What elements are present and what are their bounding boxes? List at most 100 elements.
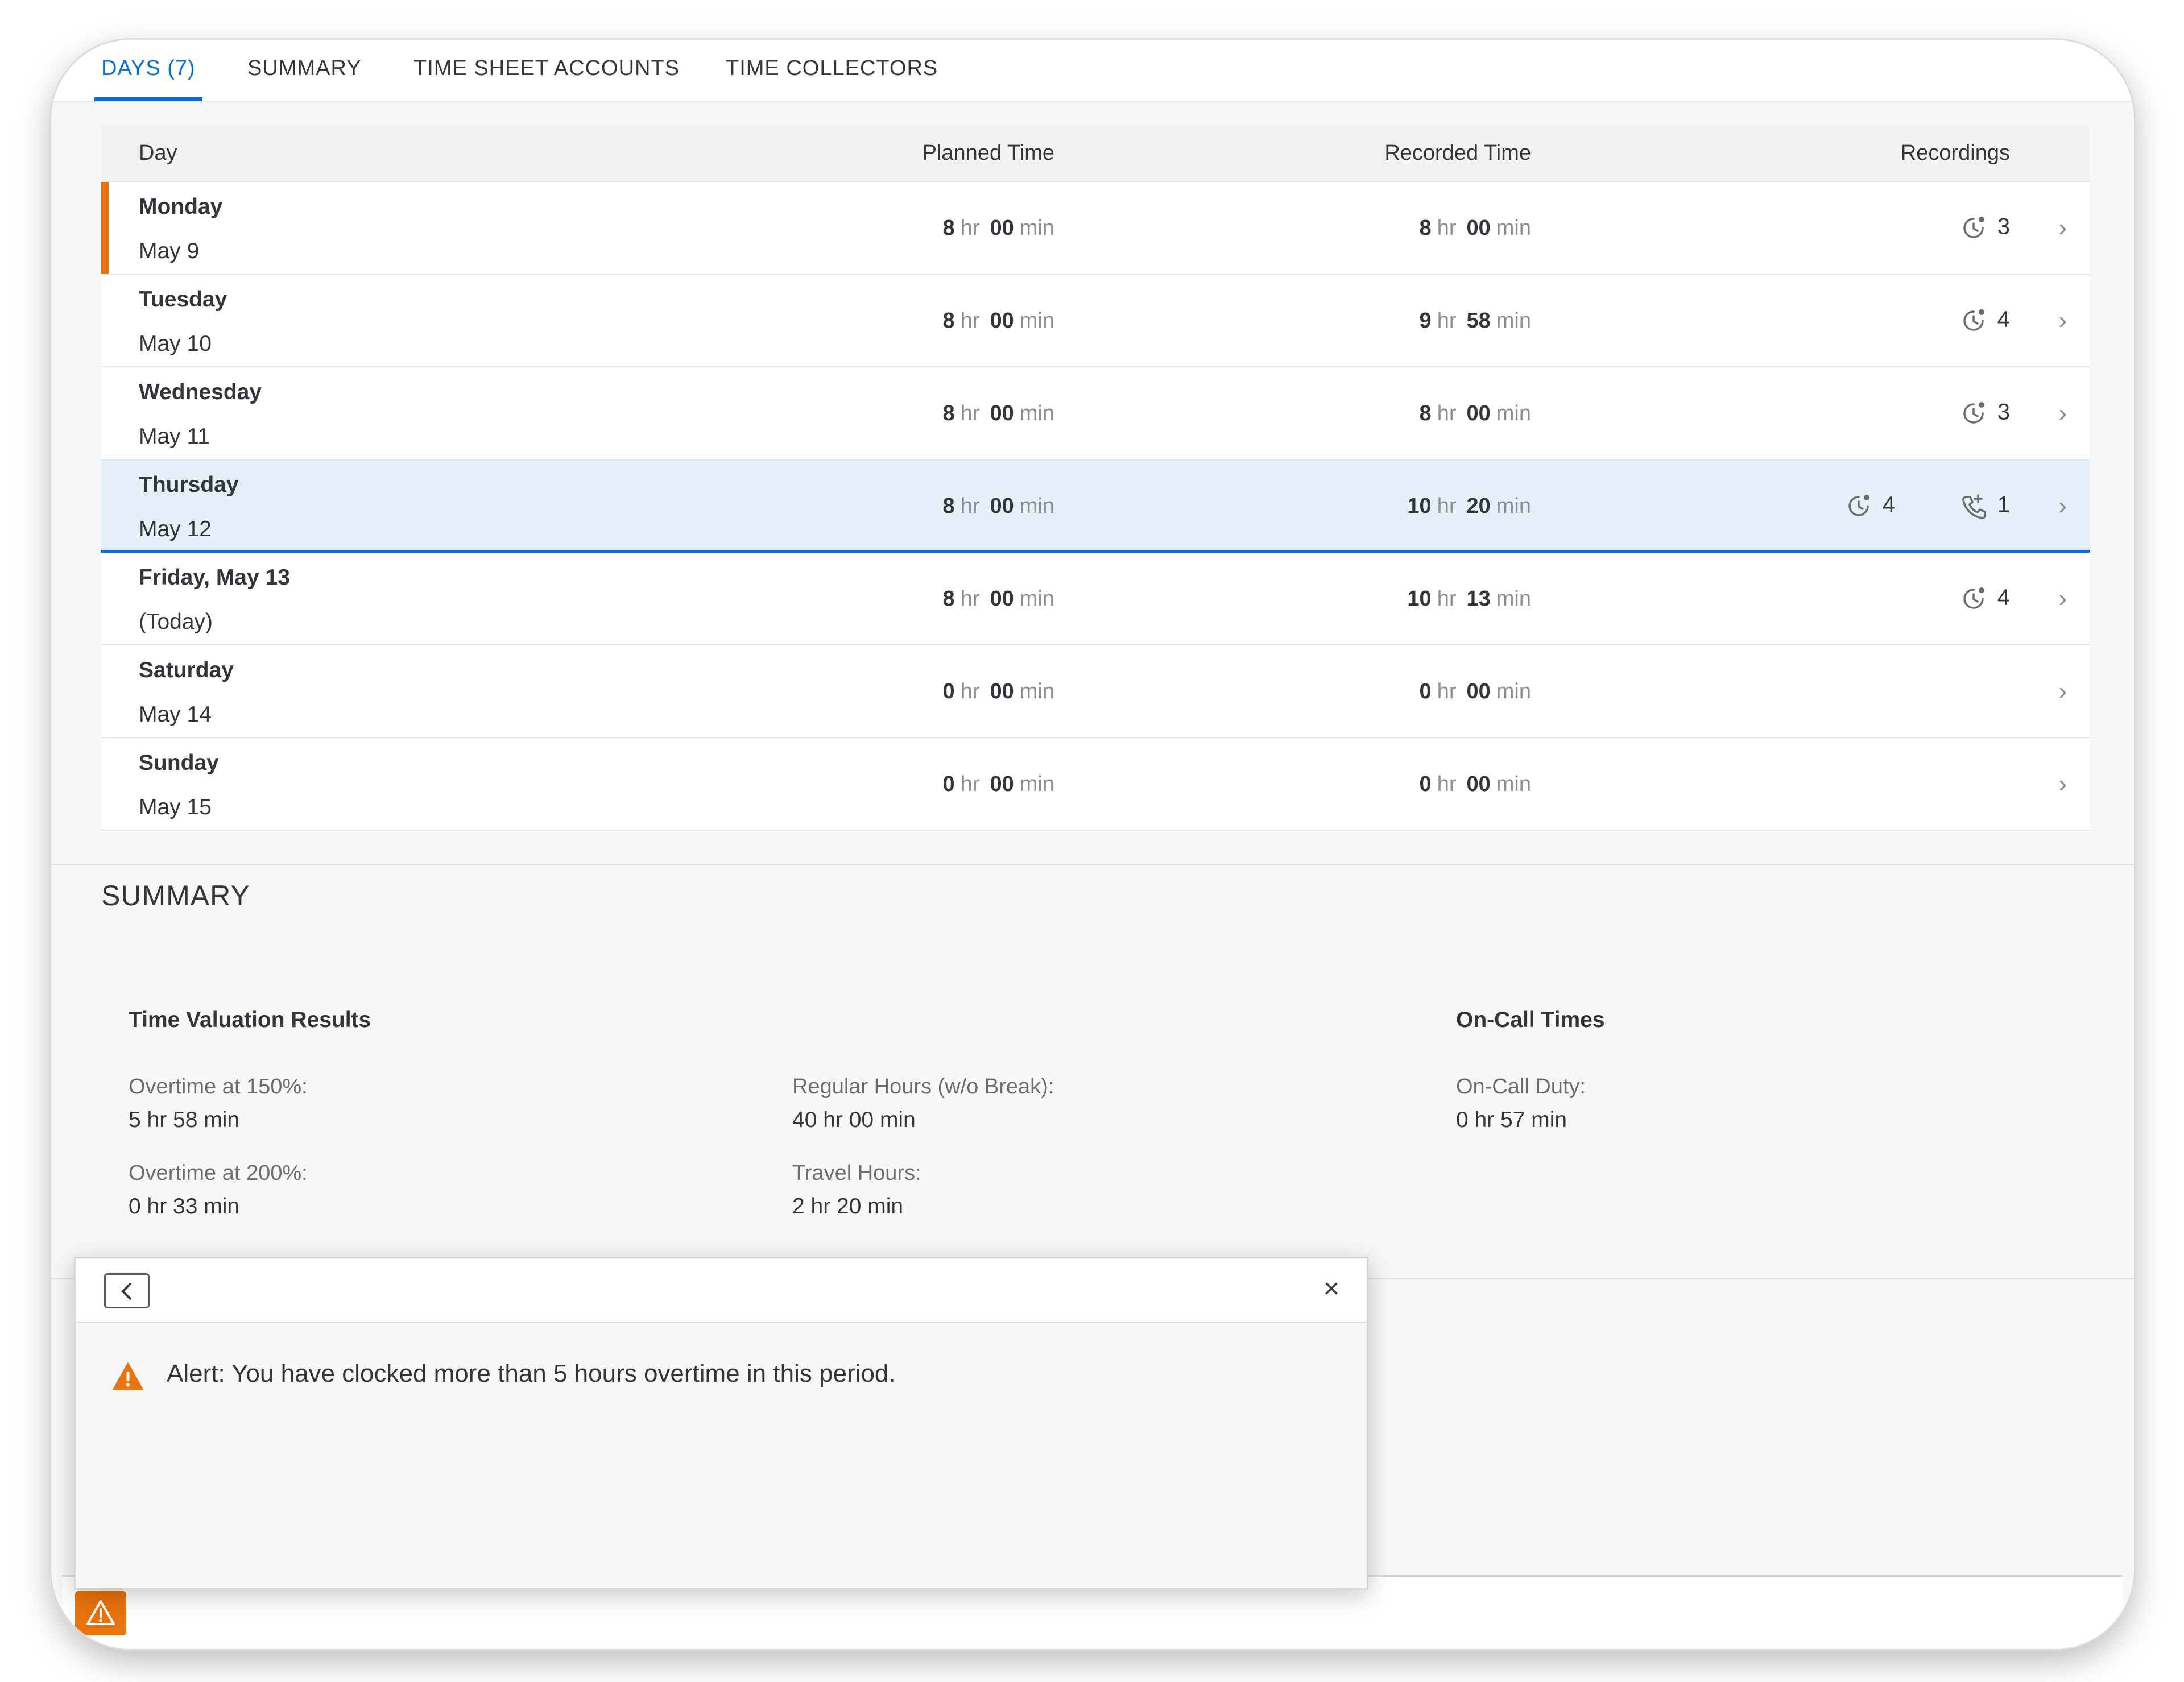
day-name: Tuesday [139, 287, 228, 312]
tab-time-collectors[interactable]: TIME COLLECTORS [726, 40, 938, 101]
days-table: Day Planned Time Recorded Time Recording… [101, 125, 2090, 831]
clock-count: 3 [1997, 399, 2010, 425]
recorded-hours: 10 [1407, 587, 1432, 611]
chevron-right-icon[interactable]: › [2058, 677, 2067, 706]
overtime-150-value: 5 hr 58 min [129, 1108, 240, 1132]
minutes-unit: min [1496, 216, 1531, 240]
table-row[interactable]: Thursday May 12 8 hr 00 min 10 hr 20 min 4 1 › [101, 460, 2090, 553]
planned-hours: 8 [942, 494, 955, 518]
hours-unit: hr [960, 401, 980, 425]
planned-time: 8 hr 00 min [943, 309, 1054, 333]
recorded-time: 8 hr 00 min [1420, 216, 1531, 241]
table-row[interactable]: Saturday May 14 0 hr 00 min 0 hr 00 min › [101, 645, 2090, 738]
column-header-day: Day [139, 141, 177, 165]
clock-count: 3 [1997, 214, 2010, 239]
recorded-time: 10 hr 13 min [1407, 587, 1531, 611]
tab-summary[interactable]: SUMMARY [247, 40, 362, 101]
minutes-unit: min [1019, 309, 1054, 333]
hours-unit: hr [960, 216, 980, 240]
recorded-minutes: 58 [1466, 309, 1491, 333]
popover-header: × [76, 1258, 1367, 1323]
table-row[interactable]: Friday, May 13 (Today) 8 hr 00 min 10 hr 13 min 4 › [101, 553, 2090, 645]
hours-unit: hr [1437, 587, 1457, 611]
time-recordings: 4 [1960, 306, 2010, 335]
on-call-recordings: 1 [1960, 492, 2010, 520]
alert-warning-icon [113, 1362, 143, 1390]
minutes-unit: min [1019, 772, 1054, 796]
time-recordings: 4 [1960, 585, 2010, 613]
day-date: May 14 [139, 702, 212, 727]
hours-unit: hr [960, 309, 980, 333]
clock-icon [1960, 214, 1997, 239]
message-popover: × Alert: You have clocked more than 5 ho… [74, 1257, 1368, 1590]
chevron-right-icon[interactable]: › [2058, 214, 2067, 242]
recorded-hours: 10 [1407, 494, 1432, 518]
regular-hours-value: 40 hr 00 min [792, 1108, 916, 1132]
recorded-time: 8 hr 00 min [1420, 401, 1531, 426]
recorded-minutes: 20 [1466, 494, 1491, 518]
column-header-recorded-time: Recorded Time [1384, 141, 1531, 165]
recorded-hours: 0 [1419, 680, 1432, 703]
hours-unit: hr [960, 680, 980, 703]
planned-time: 0 hr 00 min [943, 772, 1054, 797]
travel-hours-label: Travel Hours: [792, 1161, 921, 1185]
planned-minutes: 00 [990, 494, 1014, 518]
recorded-time: 0 hr 00 min [1420, 772, 1531, 797]
planned-hours: 0 [942, 680, 955, 703]
day-name: Wednesday [139, 380, 262, 404]
chevron-right-icon[interactable]: › [2058, 399, 2067, 428]
time-recordings: 4 [1845, 492, 1895, 520]
recorded-time: 0 hr 00 min [1420, 680, 1531, 704]
day-date: (Today) [139, 610, 213, 634]
time-recordings: 3 [1960, 399, 2010, 428]
day-name: Friday, May 13 [139, 565, 290, 590]
recorded-hours: 0 [1419, 772, 1432, 796]
column-header-planned-time: Planned Time [922, 141, 1054, 165]
planned-time: 8 hr 00 min [943, 494, 1054, 519]
planned-time: 0 hr 00 min [943, 680, 1054, 704]
overtime-200-value: 0 hr 33 min [129, 1194, 240, 1219]
planned-time: 8 hr 00 min [943, 587, 1054, 611]
clock-count: 4 [1997, 306, 2010, 332]
tab-days[interactable]: DAYS (7) [94, 40, 202, 101]
table-row[interactable]: Wednesday May 11 8 hr 00 min 8 hr 00 min 3 › [101, 367, 2090, 460]
recorded-minutes: 00 [1466, 772, 1491, 796]
app-window: DAYS (7) SUMMARY TIME SHEET ACCOUNTS TIM… [51, 40, 2134, 1649]
planned-minutes: 00 [990, 216, 1014, 240]
chevron-right-icon[interactable]: › [2058, 585, 2067, 613]
day-name: Thursday [139, 473, 239, 497]
minutes-unit: min [1019, 401, 1054, 425]
close-button[interactable]: × [1323, 1273, 1339, 1305]
tab-bar: DAYS (7) SUMMARY TIME SHEET ACCOUNTS TIM… [51, 40, 2134, 102]
chevron-right-icon[interactable]: › [2058, 770, 2067, 798]
chevron-right-icon[interactable]: › [2058, 306, 2067, 335]
table-body: Monday May 9 8 hr 00 min 8 hr 00 min 3 › Tuesday May … [101, 182, 2090, 831]
planned-minutes: 00 [990, 680, 1014, 703]
table-row[interactable]: Monday May 9 8 hr 00 min 8 hr 00 min 3 › [101, 182, 2090, 275]
recorded-minutes: 13 [1466, 587, 1491, 611]
table-row[interactable]: Tuesday May 10 8 hr 00 min 9 hr 58 min 4 › [101, 275, 2090, 367]
planned-time: 8 hr 00 min [943, 401, 1054, 426]
alert-message: Alert: You have clocked more than 5 hour… [167, 1360, 896, 1387]
hours-unit: hr [960, 587, 980, 611]
tab-time-sheet-accounts[interactable]: TIME SHEET ACCOUNTS [413, 40, 680, 101]
back-button[interactable] [104, 1273, 150, 1308]
column-header-recordings: Recordings [1900, 141, 2010, 165]
warning-icon [86, 1600, 115, 1625]
day-date: May 15 [139, 795, 212, 819]
planned-minutes: 00 [990, 587, 1014, 611]
day-name: Monday [139, 194, 223, 219]
message-popover-button[interactable] [75, 1591, 126, 1635]
planned-hours: 8 [942, 587, 955, 611]
planned-hours: 8 [942, 216, 955, 240]
minutes-unit: min [1496, 401, 1531, 425]
chevron-right-icon[interactable]: › [2058, 492, 2067, 520]
hours-unit: hr [960, 494, 980, 518]
planned-minutes: 00 [990, 772, 1014, 796]
recorded-minutes: 00 [1466, 216, 1491, 240]
table-row[interactable]: Sunday May 15 0 hr 00 min 0 hr 00 min › [101, 738, 2090, 831]
hours-unit: hr [1437, 216, 1457, 240]
planned-hours: 0 [942, 772, 955, 796]
minutes-unit: min [1019, 680, 1054, 703]
clock-icon [1960, 307, 1997, 332]
